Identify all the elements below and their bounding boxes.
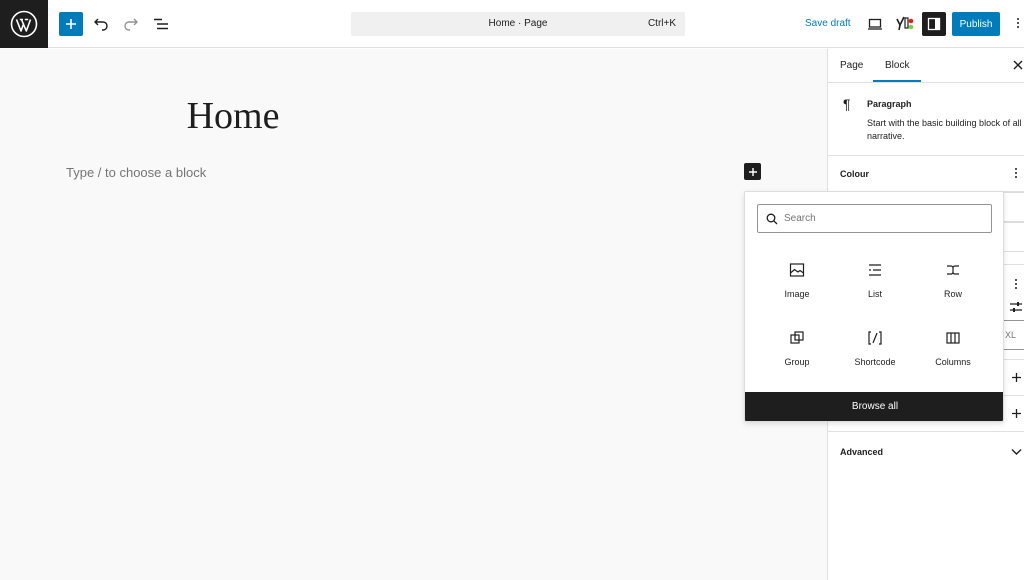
insert-item-label: Shortcode [854, 357, 896, 367]
colour-background-option[interactable] [1003, 222, 1024, 252]
insert-columns-block[interactable]: Columns [914, 326, 992, 380]
yoast-icon [896, 16, 914, 31]
save-draft-button[interactable]: Save draft [805, 18, 851, 29]
list-icon [869, 264, 881, 276]
empty-block-placeholder[interactable]: Type / to choose a block [66, 165, 206, 180]
columns-icon [946, 332, 960, 344]
colour-panel: Colour [828, 156, 1024, 192]
settings-sliders-icon[interactable] [1009, 301, 1023, 313]
tab-block[interactable]: Block [885, 60, 909, 71]
image-icon [789, 263, 805, 277]
insert-item-label: Row [943, 289, 962, 299]
plus-icon[interactable] [1011, 372, 1022, 383]
group-icon [790, 331, 804, 344]
redo-button[interactable] [119, 12, 143, 36]
block-description: Start with the basic building block of a… [867, 118, 1022, 141]
insert-image-block[interactable]: Image [758, 258, 836, 312]
editor-header: Home · Page Ctrl+K Save draft Publish [0, 0, 1024, 48]
undo-button[interactable] [89, 12, 113, 36]
colour-options-icon[interactable] [1014, 168, 1018, 178]
publish-button[interactable]: Publish [952, 12, 1000, 36]
insert-list-block[interactable]: List [836, 258, 914, 312]
active-tab-indicator [873, 80, 921, 82]
desktop-icon [868, 18, 882, 30]
colour-panel-title: Colour [840, 169, 869, 179]
undo-icon [94, 18, 108, 31]
insert-row-block[interactable]: Row [914, 258, 992, 312]
insert-item-label: Image [784, 289, 810, 299]
plus-icon [748, 167, 757, 176]
font-size-label: XL [1005, 330, 1017, 340]
wordpress-logo-button[interactable] [0, 0, 48, 48]
font-size-option[interactable]: XL [1001, 320, 1024, 350]
colour-text-option[interactable] [1003, 192, 1024, 222]
sidebar-tabs: Page Block [828, 49, 1024, 83]
inserter-search-input[interactable] [784, 213, 984, 224]
tab-page[interactable]: Page [840, 60, 863, 71]
inline-block-inserter-button[interactable] [744, 163, 761, 180]
shortcode-icon [868, 331, 882, 345]
insert-item-label: Columns [935, 357, 971, 367]
search-icon [766, 213, 778, 224]
preview-button[interactable] [863, 12, 887, 36]
row-icon [947, 265, 959, 275]
more-options-icon[interactable] [1016, 18, 1020, 28]
block-name: Paragraph [867, 99, 912, 109]
advanced-panel[interactable]: Advanced [828, 433, 1024, 471]
chevron-down-icon [1011, 449, 1022, 455]
typography-options-icon[interactable] [1014, 279, 1018, 289]
document-overview-button[interactable] [149, 12, 173, 36]
block-card: ¶ Paragraph Start with the basic buildin… [828, 83, 1024, 156]
quick-inserter-popover: Image List Row Group [744, 191, 1004, 422]
advanced-panel-title: Advanced [840, 447, 884, 457]
insert-item-label: List [867, 289, 882, 299]
insert-group-block[interactable]: Group [758, 326, 836, 380]
insert-item-label: Group [784, 357, 810, 367]
command-palette-bar[interactable]: Home · Page Ctrl+K [351, 12, 685, 36]
plus-icon[interactable] [1011, 408, 1022, 419]
keyboard-shortcut: Ctrl+K [647, 18, 676, 29]
settings-sidebar-toggle[interactable] [922, 12, 946, 36]
browse-all-button[interactable]: Browse all [745, 392, 1003, 421]
block-inserter-toggle[interactable] [59, 12, 83, 36]
page-title[interactable]: Home [0, 94, 466, 138]
sidebar-icon [927, 17, 941, 31]
insert-shortcode-block[interactable]: Shortcode [836, 326, 914, 380]
yoast-seo-button[interactable] [893, 12, 917, 36]
document-title: Home · Page [488, 18, 548, 29]
editor-canvas[interactable]: Home Type / to choose a block [0, 49, 827, 580]
wordpress-icon [10, 10, 38, 38]
plus-icon [66, 19, 76, 29]
list-view-icon [154, 18, 168, 30]
paragraph-icon: ¶ [843, 96, 851, 112]
inserter-search[interactable] [757, 204, 992, 233]
close-icon[interactable] [1012, 59, 1024, 71]
redo-icon [124, 18, 138, 31]
